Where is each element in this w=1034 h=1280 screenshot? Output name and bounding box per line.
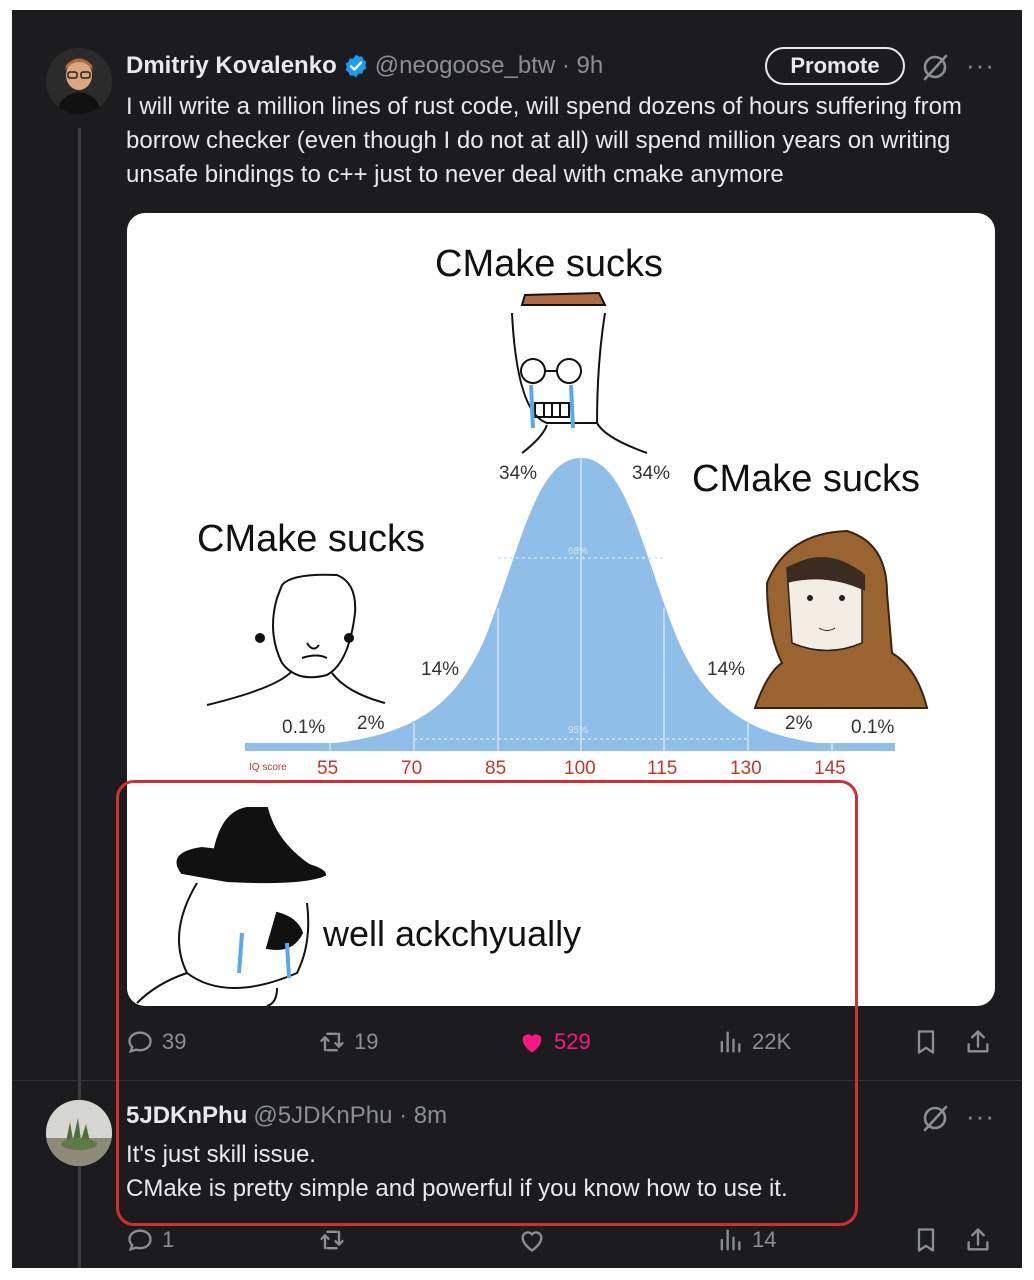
reply-text: It's just skill issue. CMake is pretty s… xyxy=(126,1138,986,1206)
reply-button[interactable]: 1 xyxy=(126,1226,174,1254)
views-chart-icon xyxy=(720,1031,741,1053)
meme-caption-bottom: well ackchyually xyxy=(323,913,582,954)
author-name[interactable]: Dmitriy Kovalenko xyxy=(126,52,337,80)
iq-score-label: IQ score xyxy=(249,762,287,773)
tweet-header: Dmitriy Kovalenko @neogoose_btw · 9h xyxy=(126,50,603,82)
retweet-count: 19 xyxy=(354,1029,379,1054)
views-count: 22K xyxy=(752,1029,792,1054)
pct-label: 2% xyxy=(357,713,385,734)
meme-caption-left: CMake sucks xyxy=(197,518,426,560)
iq-tick: 145 xyxy=(814,758,846,779)
retweet-icon xyxy=(320,1230,344,1250)
pct-label: 14% xyxy=(421,659,460,680)
share-button[interactable] xyxy=(964,1226,992,1254)
author-avatar[interactable] xyxy=(46,48,112,114)
bell-curve-graphic xyxy=(136,291,929,1006)
reply-line: CMake is pretty simple and powerful if y… xyxy=(126,1175,788,1202)
bookmark-button[interactable] xyxy=(912,1028,940,1056)
iq-tick: 70 xyxy=(401,758,423,779)
meme-image[interactable]: CMake sucks CMake sucks CMake sucks well… xyxy=(127,213,995,1006)
pct-label: 34% xyxy=(499,463,538,484)
iq-tick: 100 xyxy=(564,758,596,779)
reply-action-bar: 1 14 xyxy=(126,1226,1006,1260)
grok-icon[interactable] xyxy=(920,52,950,82)
retweet-button[interactable]: 19 xyxy=(318,1028,378,1056)
iq-tick: 130 xyxy=(730,758,762,779)
reply-button[interactable]: 39 xyxy=(126,1028,186,1056)
fedora-wojak-character xyxy=(136,807,326,1006)
bookmark-icon xyxy=(917,1228,935,1252)
meme-caption-right: CMake sucks xyxy=(692,458,921,500)
bookmark-icon xyxy=(917,1030,935,1054)
author-handle-timestamp[interactable]: @neogoose_btw · 9h xyxy=(375,52,604,80)
views-button[interactable]: 14 xyxy=(716,1226,776,1254)
share-icon xyxy=(967,1228,989,1251)
more-options-icon[interactable]: ··· xyxy=(966,50,995,80)
verified-badge-icon xyxy=(345,54,367,78)
reply-line: It's just skill issue. xyxy=(126,1141,316,1168)
inner-pct-label: 95% xyxy=(568,725,589,736)
crying-glasses-character xyxy=(511,291,648,454)
bookmark-button[interactable] xyxy=(912,1226,940,1254)
thread-connector-line xyxy=(78,128,81,1268)
like-button[interactable]: 529 xyxy=(518,1028,591,1056)
iq-tick: 85 xyxy=(485,758,507,779)
share-icon xyxy=(967,1030,989,1053)
tweet-action-bar: 39 19 529 22K xyxy=(126,1028,1006,1062)
meme-caption-top: CMake sucks xyxy=(435,243,664,285)
retweet-icon xyxy=(320,1032,344,1052)
like-button[interactable] xyxy=(518,1226,546,1254)
views-chart-icon xyxy=(720,1229,741,1251)
views-count: 14 xyxy=(752,1227,777,1252)
heart-filled-icon xyxy=(522,1034,542,1053)
like-count: 529 xyxy=(554,1029,591,1054)
pct-label: 0.1% xyxy=(851,717,895,738)
reply-icon xyxy=(128,1229,152,1252)
reply-author-name[interactable]: 5JDKnPhu xyxy=(126,1102,247,1130)
inner-pct-label: 68% xyxy=(568,546,589,557)
heart-outline-icon xyxy=(521,1231,543,1252)
pct-label: 2% xyxy=(785,713,813,734)
tweet-thread: Dmitriy Kovalenko @neogoose_btw · 9h Pro… xyxy=(12,10,1022,1268)
reply-author-handle-timestamp[interactable]: @5JDKnPhu · 8m xyxy=(253,1102,447,1130)
grok-icon[interactable] xyxy=(920,1103,950,1133)
share-button[interactable] xyxy=(964,1028,992,1056)
more-options-icon[interactable]: ··· xyxy=(966,1101,995,1131)
tweet-text: I will write a million lines of rust cod… xyxy=(126,93,962,188)
hooded-character xyxy=(753,529,929,709)
reply-author-avatar[interactable] xyxy=(46,1100,112,1166)
views-button[interactable]: 22K xyxy=(716,1028,791,1056)
reply-header: 5JDKnPhu @5JDKnPhu · 8m xyxy=(126,1100,447,1132)
pct-label: 14% xyxy=(707,659,746,680)
pct-label: 0.1% xyxy=(282,717,326,738)
pct-label: 34% xyxy=(632,463,671,484)
reply-count: 39 xyxy=(162,1029,187,1054)
divider xyxy=(12,1080,1022,1081)
retweet-button[interactable] xyxy=(318,1226,346,1254)
iq-tick: 55 xyxy=(317,758,339,779)
left-wojak-character xyxy=(206,573,386,706)
promote-button[interactable]: Promote xyxy=(765,47,905,85)
reply-count: 1 xyxy=(162,1227,175,1252)
reply-icon xyxy=(128,1031,152,1054)
iq-tick: 115 xyxy=(647,758,678,779)
